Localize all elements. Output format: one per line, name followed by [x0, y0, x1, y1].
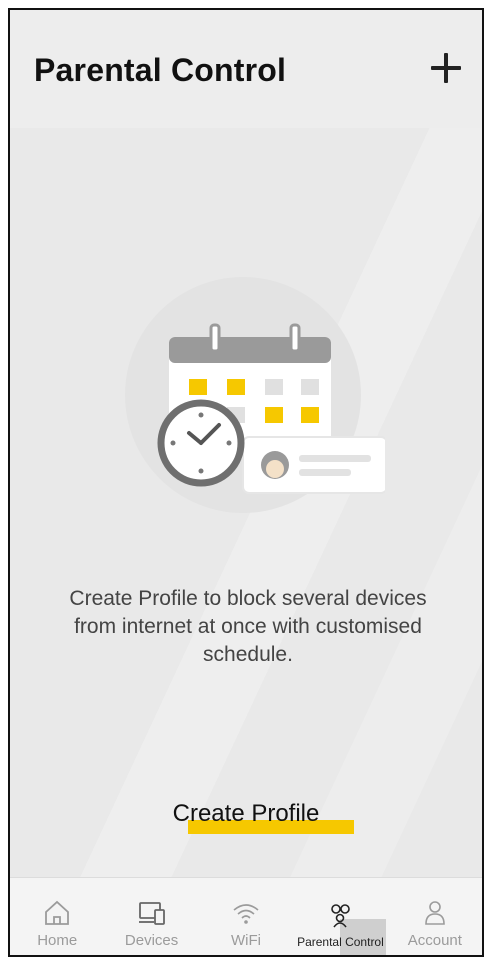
create-profile-button[interactable]: Create Profile	[10, 800, 482, 828]
tab-wifi[interactable]: WiFi	[199, 878, 293, 955]
create-profile-wrapper: Create Profile	[10, 800, 482, 850]
app-header: Parental Control	[10, 10, 482, 128]
bottom-tab-bar: Home Devices WiFi Parental Control Accou…	[10, 877, 482, 955]
tab-devices[interactable]: Devices	[104, 878, 198, 955]
tab-home[interactable]: Home	[10, 878, 104, 955]
tab-wifi-label: WiFi	[231, 932, 262, 949]
tab-devices-label: Devices	[124, 932, 179, 949]
tab-parental-control[interactable]: Parental Control	[293, 878, 387, 955]
calendar-clock-profile-illustration	[125, 277, 385, 513]
parental-control-icon	[331, 904, 351, 928]
tab-account[interactable]: Account	[388, 878, 482, 955]
tab-home-label: Home	[37, 932, 78, 949]
wifi-icon	[233, 904, 259, 924]
home-icon	[45, 900, 70, 925]
empty-state-message: Create Profile to block several devices …	[69, 587, 427, 666]
phone-frame: Parental Control Create Profile to block…	[8, 8, 484, 957]
tab-parental-control-label: Parental Control	[297, 935, 384, 949]
account-icon	[425, 901, 445, 925]
devices-icon	[138, 902, 165, 925]
add-profile-button[interactable]	[424, 46, 468, 90]
tab-account-label: Account	[407, 932, 462, 949]
page-title: Parental Control	[34, 52, 287, 88]
